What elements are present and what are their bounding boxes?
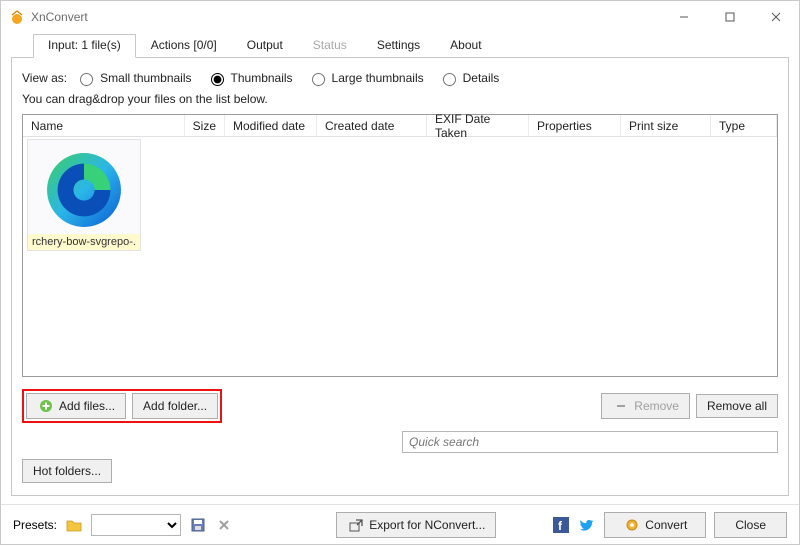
drag-drop-hint: You can drag&drop your files on the list… xyxy=(22,92,778,106)
tab-about[interactable]: About xyxy=(435,34,496,58)
app-window: XnConvert Input: 1 file(s) Actions [0/0]… xyxy=(0,0,800,545)
export-icon xyxy=(347,516,365,534)
tab-input[interactable]: Input: 1 file(s) xyxy=(33,34,136,58)
col-modified[interactable]: Modified date xyxy=(225,115,317,136)
gear-run-icon xyxy=(623,516,641,534)
minus-icon xyxy=(612,397,630,415)
col-printsize[interactable]: Print size xyxy=(621,115,711,136)
col-properties[interactable]: Properties xyxy=(529,115,621,136)
col-size[interactable]: Size xyxy=(185,115,225,136)
tab-strip: Input: 1 file(s) Actions [0/0] Output St… xyxy=(33,33,789,57)
radio-thumbnails[interactable]: Thumbnails xyxy=(206,70,293,86)
remove-all-button[interactable]: Remove all xyxy=(696,394,778,418)
radio-small-thumbnails[interactable]: Small thumbnails xyxy=(75,70,191,86)
plus-file-icon xyxy=(37,397,55,415)
col-created[interactable]: Created date xyxy=(317,115,427,136)
col-exif[interactable]: EXIF Date Taken xyxy=(427,115,529,136)
export-nconvert-button[interactable]: Export for NConvert... xyxy=(336,512,496,538)
close-window-button[interactable] xyxy=(753,1,799,33)
remove-button[interactable]: Remove xyxy=(601,393,690,419)
convert-button[interactable]: Convert xyxy=(604,512,706,538)
tab-output[interactable]: Output xyxy=(232,34,298,58)
maximize-button[interactable] xyxy=(707,1,753,33)
presets-label: Presets: xyxy=(13,518,57,532)
file-buttons-row: Add files... Add folder... Remove Remove… xyxy=(22,389,778,423)
thumbnail-caption: rchery-bow-svgrepo-. xyxy=(28,234,140,250)
window-title: XnConvert xyxy=(31,10,88,24)
tab-settings[interactable]: Settings xyxy=(362,34,435,58)
file-list[interactable]: Name Size Modified date Created date EXI… xyxy=(22,114,778,377)
add-files-button[interactable]: Add files... xyxy=(26,393,126,419)
app-icon xyxy=(9,9,25,25)
input-panel: View as: Small thumbnails Thumbnails Lar… xyxy=(11,57,789,496)
save-preset-icon[interactable] xyxy=(189,516,207,534)
tutorial-highlight: Add files... Add folder... xyxy=(22,389,222,423)
view-as-label: View as: xyxy=(22,71,67,85)
twitter-icon[interactable] xyxy=(578,516,596,534)
view-as-row: View as: Small thumbnails Thumbnails Lar… xyxy=(22,70,778,86)
col-type[interactable]: Type xyxy=(711,115,777,136)
open-preset-icon[interactable] xyxy=(65,516,83,534)
radio-details[interactable]: Details xyxy=(438,70,500,86)
col-name[interactable]: Name xyxy=(23,115,185,136)
titlebar: XnConvert xyxy=(1,1,799,33)
delete-preset-icon[interactable] xyxy=(215,516,233,534)
facebook-icon[interactable]: f xyxy=(552,516,570,534)
thumbnails-area[interactable]: rchery-bow-svgrepo-. xyxy=(23,137,777,376)
bottom-bar: Presets: Export for NConvert... f xyxy=(1,504,799,544)
minimize-button[interactable] xyxy=(661,1,707,33)
search-row xyxy=(22,431,778,453)
tab-status[interactable]: Status xyxy=(298,34,362,58)
hot-folders-button[interactable]: Hot folders... xyxy=(22,459,112,483)
close-button[interactable]: Close xyxy=(714,512,787,538)
add-folder-button[interactable]: Add folder... xyxy=(132,393,218,419)
thumbnail-image xyxy=(28,140,140,234)
radio-large-thumbnails[interactable]: Large thumbnails xyxy=(307,70,424,86)
column-headers: Name Size Modified date Created date EXI… xyxy=(23,115,777,137)
tab-actions[interactable]: Actions [0/0] xyxy=(136,34,232,58)
thumbnail-item[interactable]: rchery-bow-svgrepo-. xyxy=(27,139,141,251)
quick-search-input[interactable] xyxy=(402,431,778,453)
preset-select[interactable] xyxy=(91,514,181,536)
